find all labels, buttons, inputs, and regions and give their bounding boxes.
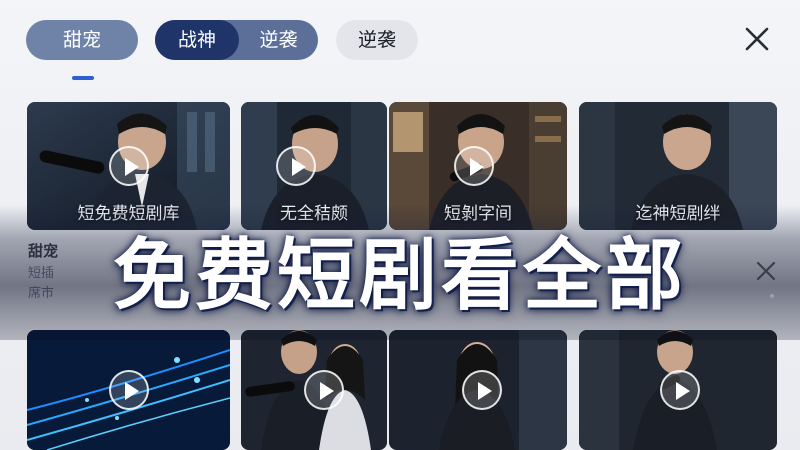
segmented-tab-group: 战神 逆袭 — [155, 20, 318, 60]
tab-war-god[interactable]: 战神 — [155, 20, 239, 60]
tab-bar: 甜宠 战神 逆袭 逆袭 — [0, 0, 800, 90]
close-icon[interactable] — [740, 22, 774, 56]
tab-counterattack-pill-label: 逆袭 — [357, 29, 396, 51]
tab-counterattack[interactable]: 逆袭 — [239, 20, 318, 60]
tab-counterattack-label: 逆袭 — [259, 29, 298, 51]
video-card[interactable] — [579, 330, 777, 450]
play-icon[interactable] — [461, 370, 502, 410]
play-icon[interactable] — [659, 370, 700, 410]
video-card[interactable] — [241, 330, 387, 450]
indicator-dot — [770, 294, 774, 298]
tab-counterattack-pill[interactable]: 逆袭 — [336, 20, 418, 60]
play-icon[interactable] — [276, 146, 317, 186]
play-icon[interactable] — [108, 370, 149, 410]
tab-sweet[interactable]: 甜宠 — [26, 20, 138, 60]
tab-indicator — [72, 76, 94, 80]
play-icon[interactable] — [454, 146, 495, 186]
video-card[interactable] — [389, 330, 567, 450]
promo-headline: 免费短剧看全部 — [112, 231, 687, 321]
play-icon[interactable] — [108, 146, 149, 186]
video-card[interactable] — [27, 330, 230, 450]
tab-war-god-label: 战神 — [177, 29, 216, 51]
play-icon[interactable] — [304, 370, 345, 410]
close-banner-icon[interactable] — [754, 259, 778, 283]
tab-sweet-label: 甜宠 — [62, 29, 101, 51]
